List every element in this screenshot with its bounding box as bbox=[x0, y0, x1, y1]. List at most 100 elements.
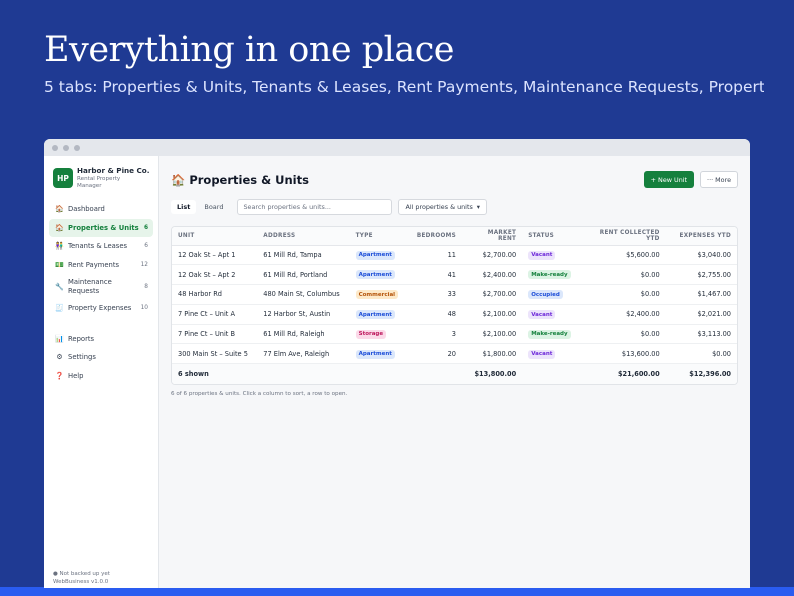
column-header-expenses[interactable]: EXPENSES YTD bbox=[665, 227, 737, 246]
expenses-cell: $2,021.00 bbox=[665, 304, 737, 325]
unit-cell: 7 Pine Ct – Unit A bbox=[172, 304, 258, 325]
window-dot-icon[interactable] bbox=[74, 144, 80, 151]
sidebar-item-label: Reports bbox=[68, 334, 95, 343]
market-rent-cell: $2,100.00 bbox=[461, 304, 523, 325]
type-badge: Apartment bbox=[355, 310, 395, 320]
expenses-cell: $3,113.00 bbox=[665, 324, 737, 345]
page-title-text: Properties & Units bbox=[189, 172, 309, 187]
sidebar-item-help[interactable]: ❓ Help bbox=[49, 367, 153, 386]
table-row[interactable]: 12 Oak St – Apt 2 61 Mill Rd, Portland Apa… bbox=[172, 264, 737, 286]
sidebar-item-count: 10 bbox=[140, 305, 148, 312]
question-icon: ❓ bbox=[55, 371, 64, 380]
address-cell: 61 Mill Rd, Tampa bbox=[257, 245, 350, 266]
rent-collected-cell: $0.00 bbox=[580, 284, 666, 305]
bottom-strip bbox=[0, 587, 794, 596]
hero-subtitle: 5 tabs: Properties & Units, Tenants & Le… bbox=[44, 78, 764, 96]
total-rent-collected: $21,600.00 bbox=[580, 363, 666, 384]
address-cell: 61 Mill Rd, Raleigh bbox=[257, 324, 350, 345]
sidebar-item-label: Rent Payments bbox=[68, 260, 120, 269]
tab-list[interactable]: List bbox=[171, 200, 197, 214]
people-icon: 👫 bbox=[55, 242, 64, 251]
column-header-bedrooms[interactable]: BEDROOMS bbox=[409, 227, 462, 246]
expenses-cell: $2,755.00 bbox=[665, 264, 737, 286]
bedrooms-cell: 3 bbox=[409, 324, 462, 345]
page-header: 🏠 Properties & Units + New Unit ··· More bbox=[171, 162, 738, 197]
rent-collected-cell: $5,600.00 bbox=[580, 245, 666, 266]
column-header-type[interactable]: TYPE bbox=[349, 227, 410, 246]
sidebar-item-count: 8 bbox=[144, 283, 148, 290]
version-label: WebBusiness v1.0.0 bbox=[53, 579, 109, 585]
table-footer-row: 6 shown $13,800.00 $21,600.00 $12,396.00 bbox=[172, 363, 737, 384]
type-badge: Apartment bbox=[355, 349, 395, 359]
status-badge: Occupied bbox=[528, 290, 563, 300]
sidebar-item-tenants-leases[interactable]: 👫 Tenants & Leases 6 bbox=[49, 237, 153, 256]
market-rent-cell: $1,800.00 bbox=[461, 343, 523, 365]
sidebar-item-property-expenses[interactable]: 🧾 Property Expenses 10 bbox=[49, 299, 153, 318]
total-expenses: $12,396.00 bbox=[665, 363, 737, 384]
shown-count: 6 shown bbox=[172, 363, 258, 384]
column-header-unit[interactable]: UNIT bbox=[172, 227, 258, 246]
house-icon: 🏠 bbox=[55, 205, 64, 214]
status-badge: Make-ready bbox=[528, 329, 571, 339]
view-switcher: List Board bbox=[171, 200, 229, 214]
house-icon: 🏠 bbox=[171, 172, 186, 187]
type-badge: Apartment bbox=[355, 250, 395, 260]
unit-cell: 12 Oak St – Apt 2 bbox=[172, 264, 258, 286]
sidebar-item-label: Dashboard bbox=[68, 205, 105, 213]
sidebar-item-properties-units[interactable]: 🏠 Properties & Units 6 bbox=[49, 218, 153, 237]
table-row[interactable]: 7 Pine Ct – Unit A 12 Harbor St, Austin Ap… bbox=[172, 304, 737, 325]
filter-select[interactable]: All properties & units ▾ bbox=[398, 199, 488, 215]
status-badge: Vacant bbox=[528, 310, 556, 320]
app-window: HP Harbor & Pine Co. Rental Property Man… bbox=[44, 139, 750, 588]
total-market-rent: $13,800.00 bbox=[461, 363, 523, 384]
table-row[interactable]: 300 Main St – Suite 5 77 Elm Ave, Raleigh… bbox=[172, 343, 737, 365]
column-header-address[interactable]: ADDRESS bbox=[257, 227, 350, 246]
house-icon: 🏠 bbox=[55, 223, 64, 232]
window-dot-icon[interactable] bbox=[63, 144, 69, 151]
address-cell: 480 Main St, Columbus bbox=[257, 284, 350, 305]
bedrooms-cell: 41 bbox=[409, 264, 462, 286]
expenses-cell: $1,467.00 bbox=[665, 284, 737, 305]
unit-cell: 12 Oak St – Apt 1 bbox=[172, 245, 258, 266]
column-header-status[interactable]: STATUS bbox=[522, 227, 581, 246]
status-badge: Vacant bbox=[528, 250, 556, 260]
rent-collected-cell: $2,400.00 bbox=[580, 304, 666, 325]
units-table: UNIT ADDRESS TYPE BEDROOMS MARKET RENT S… bbox=[171, 226, 738, 385]
sidebar-item-settings[interactable]: ⚙ Settings bbox=[49, 348, 153, 367]
sidebar-item-maintenance-requests[interactable]: 🔧 Maintenance Requests 8 bbox=[49, 274, 153, 299]
type-badge: Storage bbox=[355, 329, 387, 339]
window-titlebar bbox=[44, 139, 750, 156]
brand-name: Harbor & Pine Co. bbox=[77, 166, 150, 175]
sidebar-item-reports[interactable]: 📊 Reports bbox=[49, 330, 153, 349]
brand: HP Harbor & Pine Co. Rental Property Man… bbox=[44, 156, 158, 190]
table-row[interactable]: 7 Pine Ct – Unit B 61 Mill Rd, Raleigh Sto… bbox=[172, 324, 737, 345]
sidebar-item-rent-payments[interactable]: 💵 Rent Payments 12 bbox=[49, 256, 153, 275]
unit-cell: 48 Harbor Rd bbox=[172, 284, 258, 305]
new-unit-button[interactable]: + New Unit bbox=[643, 171, 695, 188]
bedrooms-cell: 48 bbox=[409, 304, 462, 325]
page-title: 🏠 Properties & Units bbox=[171, 173, 644, 187]
status-badge: Vacant bbox=[528, 349, 556, 359]
search-input[interactable]: Search properties & units... bbox=[237, 199, 393, 215]
table-row[interactable]: 12 Oak St – Apt 1 61 Mill Rd, Tampa Apartm… bbox=[172, 245, 737, 266]
chart-icon: 📊 bbox=[55, 334, 64, 343]
sidebar-item-count: 6 bbox=[144, 243, 148, 250]
column-header-market-rent[interactable]: MARKET RENT bbox=[461, 227, 523, 246]
sidebar-item-count: 12 bbox=[140, 261, 148, 268]
sidebar-footer: ● Not backed up yet WebBusiness v1.0.0 bbox=[53, 570, 110, 586]
window-dot-icon[interactable] bbox=[52, 144, 58, 151]
sidebar-item-dashboard[interactable]: 🏠 Dashboard bbox=[49, 200, 153, 219]
expenses-cell: $0.00 bbox=[665, 343, 737, 365]
more-button[interactable]: ··· More bbox=[700, 171, 738, 188]
brand-logo: HP bbox=[53, 168, 73, 188]
sidebar-item-label: Help bbox=[68, 371, 84, 380]
unit-cell: 300 Main St – Suite 5 bbox=[172, 343, 258, 365]
column-header-rent-collected[interactable]: RENT COLLECTED YTD bbox=[580, 227, 666, 246]
tab-board[interactable]: Board bbox=[198, 200, 229, 214]
bedrooms-cell: 33 bbox=[409, 284, 462, 305]
sidebar-item-label: Property Expenses bbox=[68, 304, 132, 312]
sidebar-item-label: Settings bbox=[68, 353, 96, 361]
status-badge: Make-ready bbox=[528, 270, 571, 280]
chevron-down-icon: ▾ bbox=[476, 203, 481, 211]
table-row[interactable]: 48 Harbor Rd 480 Main St, Columbus Commerc… bbox=[172, 284, 737, 305]
